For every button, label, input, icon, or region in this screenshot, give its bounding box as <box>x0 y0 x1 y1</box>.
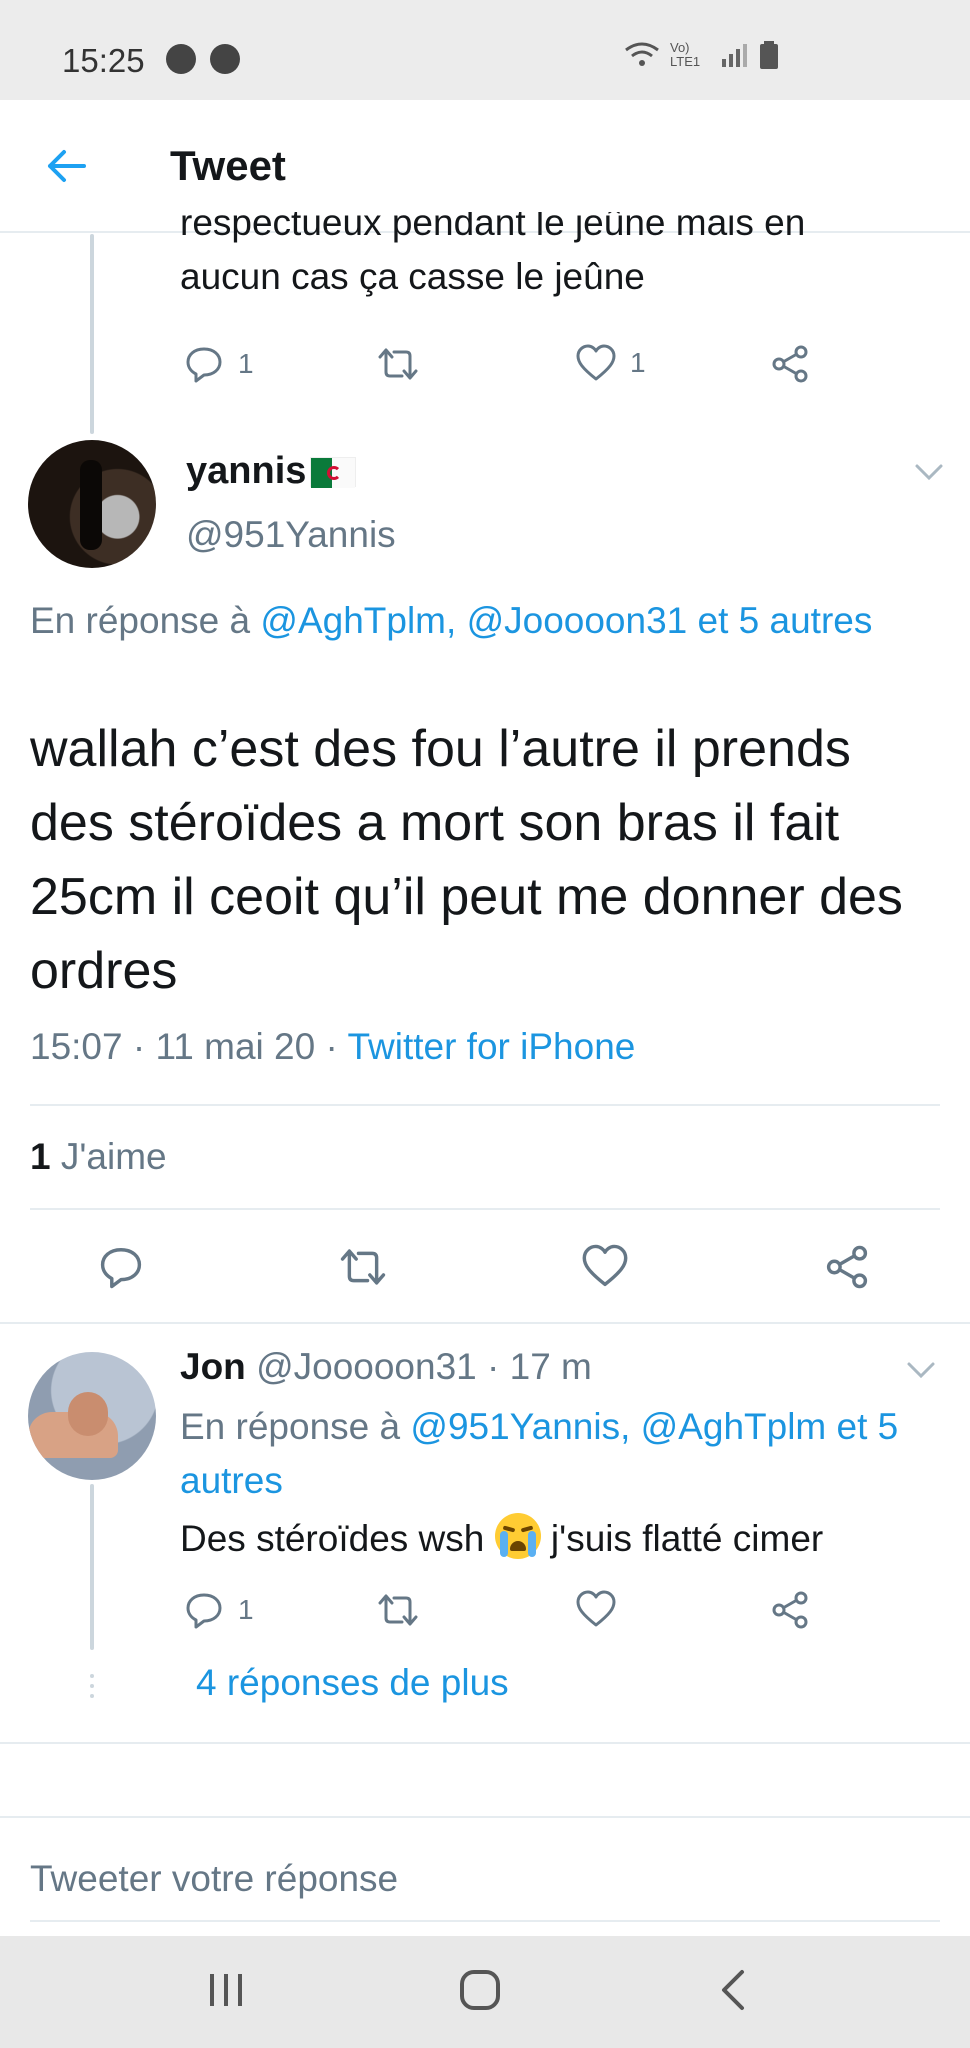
divider <box>30 1104 940 1106</box>
back-nav-icon[interactable] <box>718 1968 748 2012</box>
status-time: 15:25 <box>62 42 145 79</box>
author-handle[interactable]: @951Yannis <box>186 514 396 556</box>
page-title: Tweet <box>170 142 286 189</box>
share-icon <box>826 1245 868 1289</box>
tweet-text: wallah c’est des fou l’autre il prends d… <box>30 720 903 1000</box>
tweet-source-link[interactable]: Twitter for iPhone <box>347 1026 635 1067</box>
divider <box>30 1208 940 1210</box>
reply-button[interactable] <box>98 1244 144 1290</box>
signal-icon <box>722 44 747 67</box>
reply-targets-link[interactable]: @AghTplm, @Jooooon31 et 5 autres <box>260 600 872 641</box>
reply-icon <box>186 347 222 383</box>
more-replies-link[interactable]: 4 réponses de plus <box>196 1662 509 1704</box>
retweet-icon <box>378 1594 418 1626</box>
avatar-bicep <box>68 1392 108 1436</box>
reply-prefix: En réponse à <box>30 600 251 641</box>
algeria-flag-icon <box>310 456 357 488</box>
reply-prefix: En réponse à <box>180 1406 401 1447</box>
spotify-icon <box>210 44 240 74</box>
likes-summary[interactable]: 1 J'aime <box>30 1136 167 1178</box>
like-icon <box>582 1244 628 1287</box>
share-icon <box>772 345 808 383</box>
retweet-button[interactable] <box>376 1590 420 1630</box>
like-icon <box>576 1590 616 1627</box>
like-count: 1 <box>630 347 646 378</box>
likes-label: J'aime <box>60 1136 167 1177</box>
retweet-icon <box>340 1249 386 1285</box>
avatar-figure <box>80 460 102 550</box>
reply-count: 1 <box>238 348 254 379</box>
recent-apps-icon[interactable] <box>206 1968 246 2012</box>
retweet-icon <box>378 348 418 380</box>
crying-emoji-icon <box>494 1513 541 1559</box>
thread-line <box>90 1484 94 1650</box>
divider <box>0 1742 970 1744</box>
battery-icon <box>760 41 778 69</box>
wifi-icon <box>625 42 659 66</box>
like-button[interactable] <box>582 1244 628 1288</box>
likes-count: 1 <box>30 1136 51 1177</box>
previous-tweet-line: aucun cas ça casse le jeûne <box>180 256 645 297</box>
share-button[interactable] <box>770 1590 810 1630</box>
avatar[interactable] <box>28 440 156 568</box>
chevron-down-icon[interactable] <box>906 1360 936 1380</box>
divider <box>0 1322 970 1324</box>
reply-context: En réponse à @951Yannis, @AghTplm et 5 a… <box>180 1400 940 1508</box>
chevron-down-icon[interactable] <box>914 462 944 482</box>
status-bar: 15:25 Vo) LTE1 <box>0 0 970 100</box>
network-label: Vo) LTE1 <box>670 40 701 69</box>
reply-compose-input[interactable]: Tweeter votre réponse <box>30 1858 398 1900</box>
reply-author-handle-time: @Jooooon31 · 17 m <box>256 1346 592 1387</box>
reply-text: Des stéroïdes wsh j'suis flatté cimer <box>180 1512 940 1566</box>
share-button[interactable] <box>824 1244 870 1290</box>
system-nav-bar <box>0 1936 970 2048</box>
previous-tweet-line: respectueux pendant le jeûne mais en <box>180 212 806 243</box>
reply-author[interactable]: Jon @Jooooon31 · 17 m <box>180 1346 592 1388</box>
reply-count: 1 <box>238 1594 254 1625</box>
reply-icon <box>186 1593 222 1629</box>
like-button[interactable] <box>576 1590 616 1628</box>
avatar[interactable] <box>28 1352 156 1480</box>
reply-button[interactable]: 1 <box>184 344 254 384</box>
thread-dots <box>90 1674 94 1704</box>
divider <box>0 1816 970 1818</box>
divider <box>30 1920 940 1922</box>
reply-author-name: Jon <box>180 1346 246 1387</box>
reply-context: En réponse à @AghTplm, @Jooooon31 et 5 a… <box>30 594 930 648</box>
retweet-button[interactable] <box>338 1244 388 1290</box>
share-button[interactable] <box>770 344 810 384</box>
reply-button[interactable]: 1 <box>184 1590 254 1630</box>
author-name[interactable]: yannis <box>186 450 357 493</box>
share-icon <box>772 1591 808 1629</box>
back-arrow-icon[interactable] <box>44 144 88 188</box>
like-button[interactable]: 1 <box>576 344 646 382</box>
reply-text-part: j'suis flatté cimer <box>540 1518 824 1559</box>
reply-icon <box>100 1248 142 1289</box>
tweet-meta: 15:07 · 11 mai 20 · Twitter for iPhone <box>30 1026 635 1068</box>
home-icon[interactable] <box>458 1968 502 2012</box>
status-indicators: Vo) LTE1 <box>624 40 780 70</box>
messenger-icon <box>166 44 196 74</box>
thread-line <box>90 234 94 434</box>
reply-text-part: Des stéroïdes wsh <box>180 1518 495 1559</box>
tweet-timestamp: 15:07 · 11 mai 20 · <box>30 1026 348 1067</box>
retweet-button[interactable] <box>376 344 420 384</box>
like-icon <box>576 344 616 381</box>
author-name-text: yannis <box>186 450 307 492</box>
previous-tweet-text: respectueux pendant le jeûne mais en auc… <box>180 212 920 322</box>
